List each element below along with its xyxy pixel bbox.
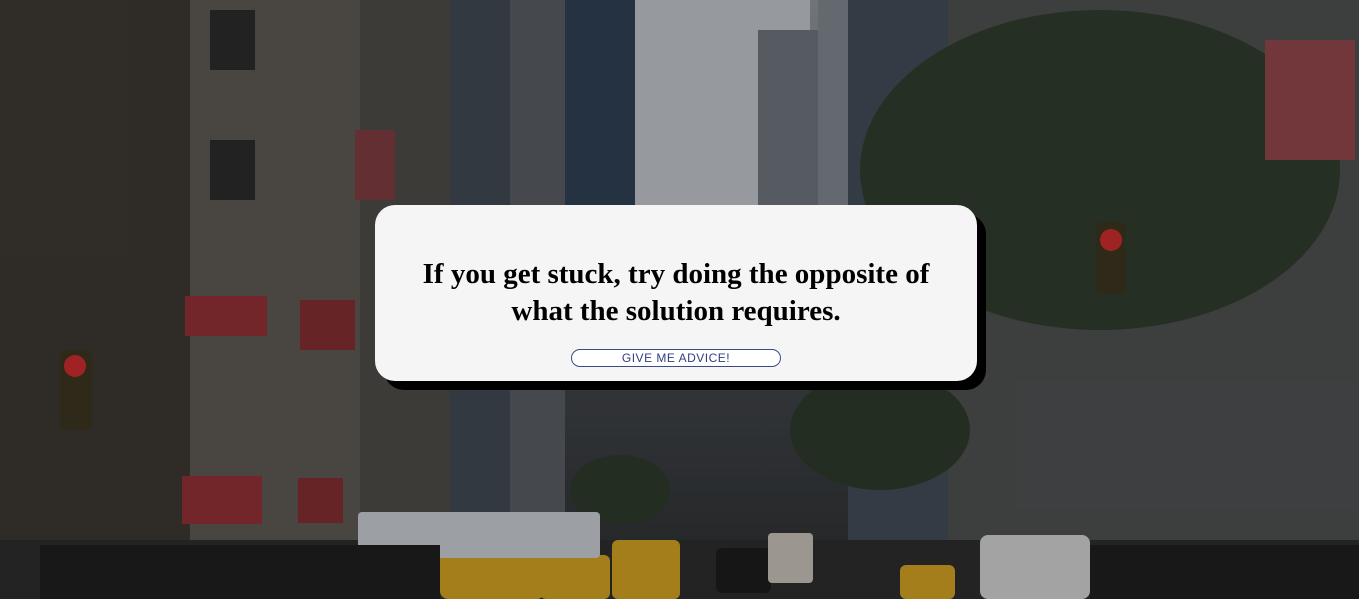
advice-text: If you get stuck, try doing the opposite…: [422, 258, 930, 327]
advice-card: If you get stuck, try doing the opposite…: [375, 205, 977, 381]
give-me-advice-button[interactable]: GIVE ME ADVICE!: [571, 349, 781, 367]
